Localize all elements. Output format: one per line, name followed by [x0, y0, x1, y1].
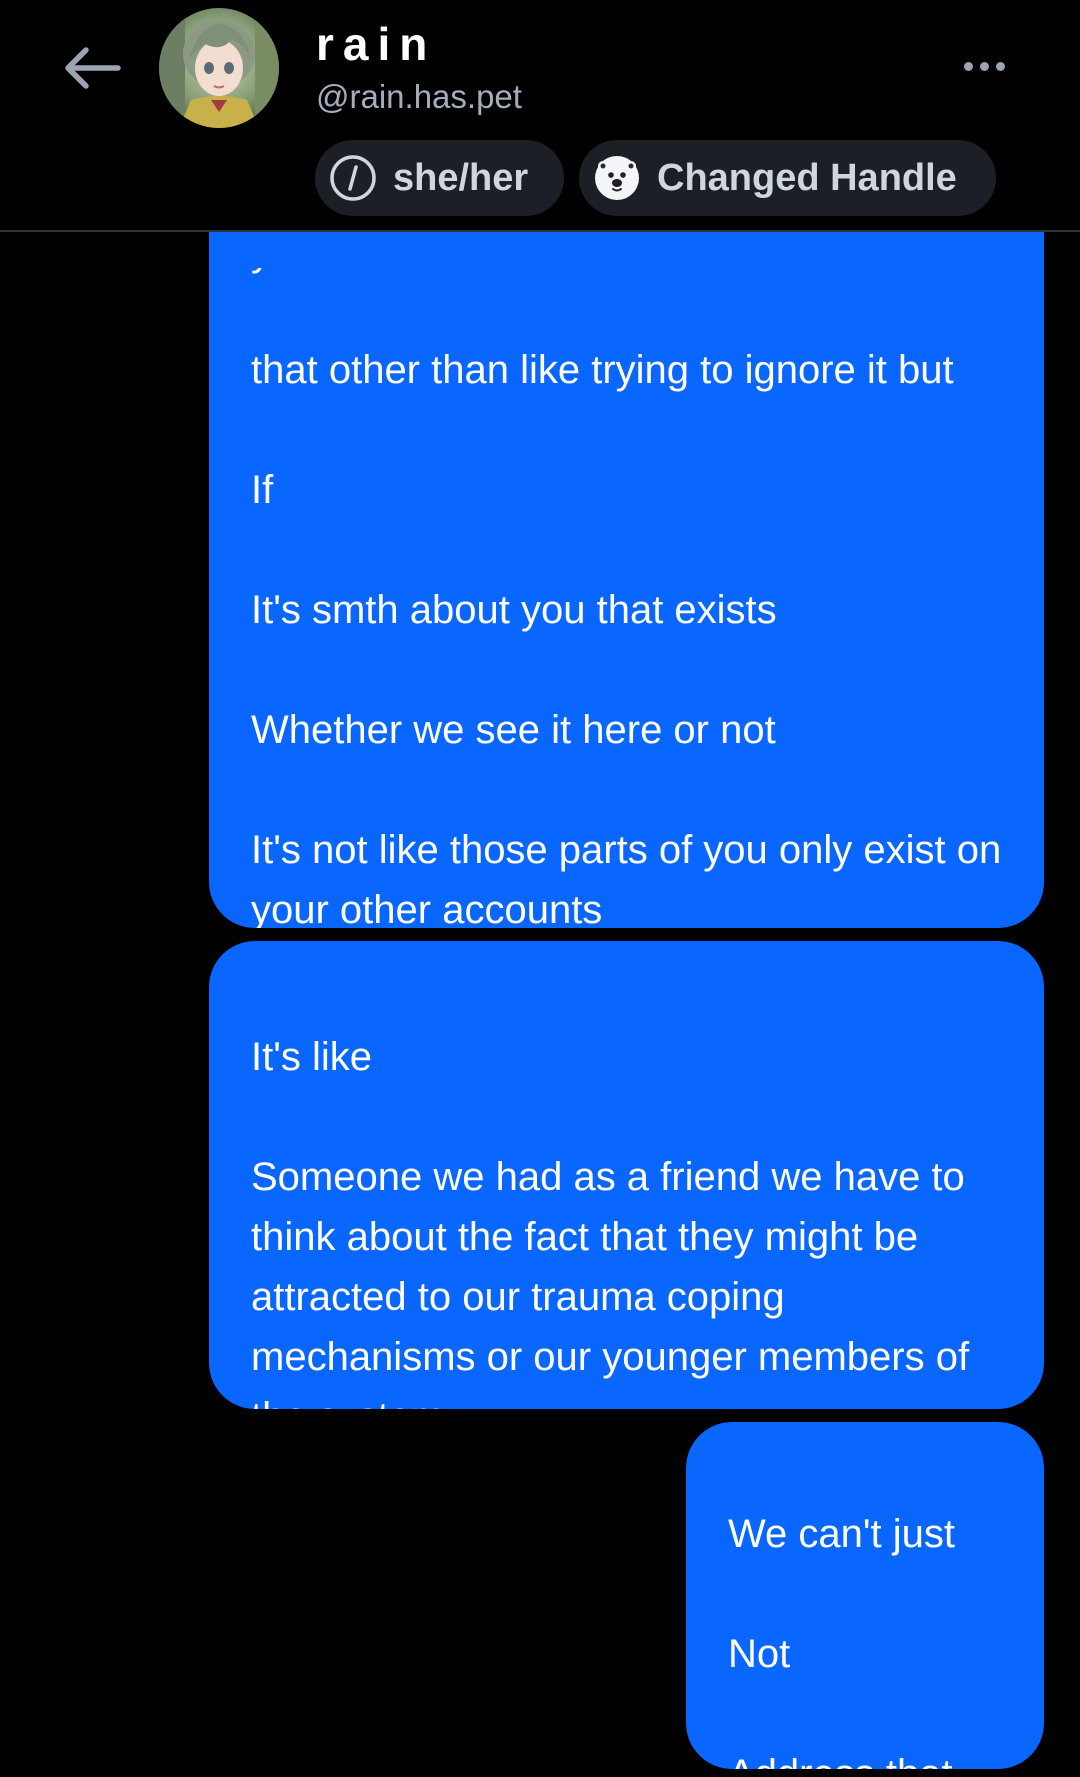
- message-thread: y that other than like trying to ignore …: [0, 0, 1080, 1777]
- changed-handle-label[interactable]: Changed Handle: [579, 140, 996, 216]
- arrow-left-icon: [65, 47, 121, 89]
- message-bubble[interactable]: y that other than like trying to ignore …: [209, 120, 1044, 928]
- avatar-image: [159, 8, 279, 128]
- display-name: rain: [316, 18, 437, 70]
- conversation-header: rain @rain.has.pet she/her Changed Handl…: [0, 0, 1080, 232]
- pronouns-label[interactable]: she/her: [315, 140, 564, 216]
- more-horizontal-icon-dot: [995, 61, 1005, 71]
- message-bubble[interactable]: It's like Someone we had as a friend we …: [209, 941, 1044, 1409]
- more-horizontal-icon-dot: [979, 61, 989, 71]
- message-bubble[interactable]: We can't just Not Address that: [686, 1422, 1044, 1769]
- back-button[interactable]: [56, 38, 128, 98]
- pronouns-text: she/her: [393, 156, 529, 199]
- more-horizontal-icon: [963, 61, 973, 71]
- message-partial-line: y: [251, 268, 1011, 284]
- more-options-button[interactable]: [952, 46, 1016, 86]
- avatar[interactable]: [159, 8, 279, 128]
- changed-handle-text: Changed Handle: [657, 156, 957, 199]
- seal-face-icon: [595, 156, 639, 200]
- user-handle: @rain.has.pet: [316, 78, 522, 115]
- message-text: We can't just Not Address that: [728, 1512, 955, 1769]
- pronouns-slash-icon: [330, 155, 376, 201]
- message-text: It's like Someone we had as a friend we …: [251, 1035, 970, 1409]
- message-text: that other than like trying to ignore it…: [251, 348, 1002, 928]
